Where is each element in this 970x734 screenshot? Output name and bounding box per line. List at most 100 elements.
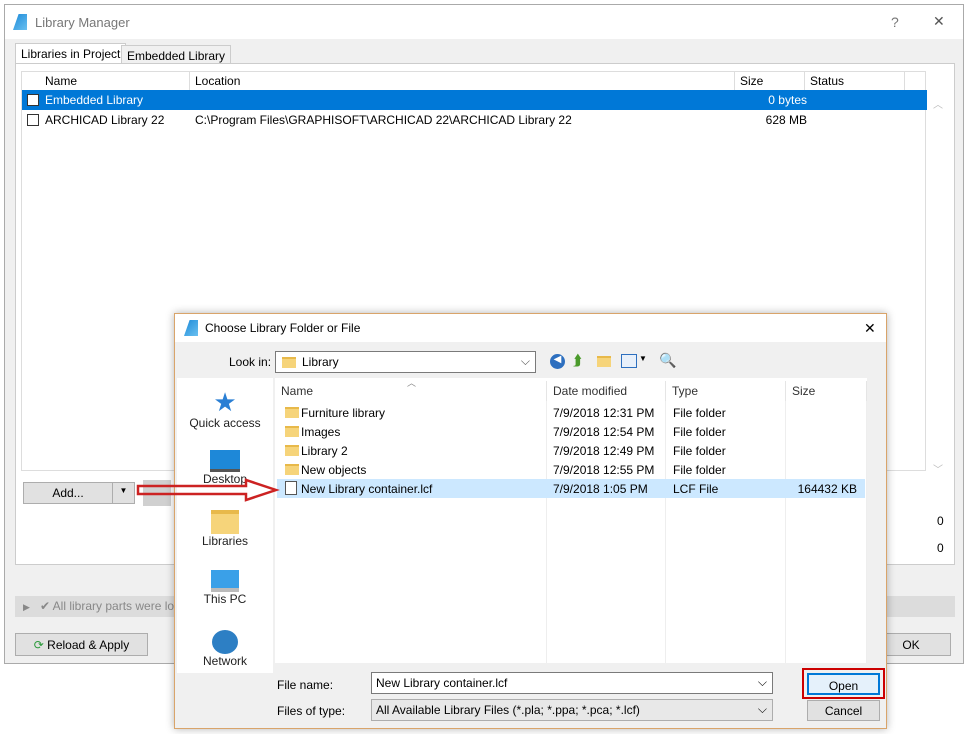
dialog-title: Choose Library Folder or File [205,321,361,335]
place-label: This PC [203,592,247,606]
reload-icon: ⟳ [33,638,44,652]
place-libraries[interactable]: Libraries [177,510,273,548]
file-type-value: All Available Library Files (*.pla; *.pp… [376,703,640,717]
row-location: C:\Program Files\GRAPHISOFT\ARCHICAD 22\… [195,113,572,127]
count-value: 0 [937,514,944,528]
folder-icon [285,445,299,456]
reload-apply-button[interactable]: ⟳ Reload & Apply [15,633,148,656]
add-button[interactable]: Add... ▼ [23,482,135,504]
count-value: 0 [937,541,944,555]
file-row[interactable]: New Library container.lcf 7/9/2018 1:05 P… [277,479,865,498]
file-name: New Library container.lcf [301,482,433,496]
row-size: 628 MB [765,113,807,127]
table-row[interactable]: ARCHICAD Library 22 C:\Program Files\GRA… [22,110,927,130]
add-label: Add... [52,486,84,500]
title-bar: Library Manager ? ✕ [5,5,963,39]
col-date[interactable]: Date modified [547,381,666,401]
view-menu-icon[interactable] [621,354,637,368]
look-in-select[interactable]: Library ⌵ [275,351,536,373]
choose-library-dialog: Choose Library Folder or File ✕ Look in:… [174,313,887,729]
star-icon: ★ [213,387,237,417]
col-size[interactable]: Size [735,72,805,90]
expand-icon[interactable]: ▶ [23,602,30,612]
col-type[interactable]: Type [666,381,786,401]
file-name-input[interactable]: New Library container.lcf ⌵ [371,672,773,694]
close-button[interactable]: ✕ [933,13,945,30]
help-button[interactable]: ? [891,14,899,30]
row-name: Embedded Library [45,93,144,107]
places-bar: ★ Quick access Desktop Libraries This PC … [177,378,273,673]
desktop-icon [210,450,240,472]
libraries-icon [211,510,239,534]
file-type: File folder [673,406,726,420]
place-label: Network [202,654,247,668]
file-date: 7/9/2018 12:31 PM [553,406,655,420]
file-name-label: File name: [277,678,334,692]
file-row[interactable]: New objects 7/9/2018 12:55 PM File folder [277,460,865,479]
look-in-label: Look in: [229,355,272,369]
sort-up-icon: ︿ [407,378,417,388]
file-row[interactable]: Images 7/9/2018 12:54 PM File folder [277,422,865,441]
file-date: 7/9/2018 12:55 PM [553,463,655,477]
lcf-file-icon [285,481,297,495]
place-label: Quick access [189,416,261,430]
new-folder-icon[interactable] [597,356,611,367]
look-in-value: Library [302,355,339,369]
table-row[interactable]: Embedded Library 0 bytes [22,90,927,110]
chevron-down-icon: ⌵ [520,354,530,368]
file-row[interactable]: Furniture library 7/9/2018 12:31 PM File f… [277,403,865,422]
library-icon [27,114,39,126]
dialog-close-button[interactable]: ✕ [864,320,876,337]
file-name: Images [301,425,341,439]
archicad-icon [184,320,198,336]
open-button[interactable]: Open [807,673,880,695]
preview-icon[interactable]: 🔍 [659,352,676,369]
file-row[interactable]: Library 2 7/9/2018 12:49 PM File folder [277,441,865,460]
folder-icon [285,464,299,475]
window-title: Library Manager [35,15,130,30]
folder-icon [285,426,299,437]
col-name[interactable]: Name [40,72,190,90]
file-type-select[interactable]: All Available Library Files (*.pla; *.pp… [371,699,773,721]
place-label: Libraries [201,534,249,548]
chevron-down-icon: ⌵ [757,702,767,716]
file-type: LCF File [673,482,719,496]
folder-icon [285,407,299,418]
file-name-value: New Library container.lcf [376,676,508,690]
place-network[interactable]: Network [177,630,273,668]
place-this-pc[interactable]: This PC [177,570,273,606]
back-icon[interactable]: ◀ [550,354,565,369]
scrollbar[interactable]: ︿ ﹀ [929,90,947,476]
up-folder-icon[interactable]: ⮭ [573,352,582,369]
place-quick-access[interactable]: ★ Quick access [177,388,273,430]
file-name: Furniture library [301,406,386,420]
archicad-icon [13,14,27,30]
computer-icon [211,570,239,592]
folder-icon [282,357,296,368]
tab-embedded-library[interactable]: Embedded Library [121,45,232,65]
col-size[interactable]: Size [786,381,867,401]
dialog-title-bar: Choose Library Folder or File ✕ [175,314,886,342]
red-arrow-annotation [136,478,280,502]
file-date: 7/9/2018 12:54 PM [553,425,655,439]
row-size: 0 bytes [768,93,807,107]
reload-label: Reload & Apply [47,638,130,652]
file-name: Library 2 [301,444,348,458]
chevron-down-icon[interactable]: ▼ [112,483,134,503]
row-name: ARCHICAD Library 22 [45,113,165,127]
network-icon [212,630,238,654]
check-icon: ✔ [39,599,50,613]
col-status[interactable]: Status [805,72,905,90]
file-name: New objects [301,463,367,477]
file-type-label: Files of type: [277,704,346,718]
status-text: All library parts were lo [52,599,175,613]
chevron-down-icon[interactable]: ▼ [639,354,647,363]
file-list: Name ︿ Date modified Type Size Furniture… [275,378,867,663]
file-date: 7/9/2018 12:49 PM [553,444,655,458]
file-size: 164432 KB [797,482,857,496]
cancel-button[interactable]: Cancel [807,700,880,721]
col-location[interactable]: Location [190,72,735,90]
library-icon [27,94,39,106]
chevron-down-icon[interactable]: ⌵ [758,675,767,690]
file-type: File folder [673,425,726,439]
